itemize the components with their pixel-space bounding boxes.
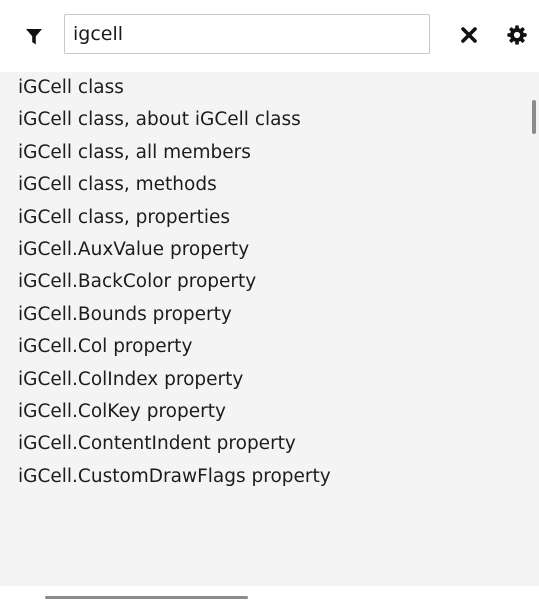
list-item[interactable]: iGCell.ColKey property <box>0 396 520 428</box>
index-results-list: iGCell class iGCell class, about iGCell … <box>0 72 520 493</box>
funnel-icon[interactable] <box>25 28 43 46</box>
list-item[interactable]: iGCell class <box>0 72 520 104</box>
list-item[interactable]: iGCell.CustomDrawFlags property <box>0 461 520 493</box>
search-toolbar <box>0 0 539 72</box>
search-field[interactable] <box>64 14 430 54</box>
index-results-panel: iGCell class iGCell class, about iGCell … <box>0 72 539 586</box>
search-input[interactable] <box>65 15 429 53</box>
list-item[interactable]: iGCell class, methods <box>0 169 520 201</box>
list-item[interactable]: iGCell.ColIndex property <box>0 364 520 396</box>
list-item[interactable]: iGCell class, all members <box>0 137 520 169</box>
vertical-scrollbar-thumb[interactable] <box>532 100 536 134</box>
horizontal-scrollbar-thumb[interactable] <box>45 596 248 599</box>
gear-icon[interactable] <box>506 24 528 46</box>
close-icon[interactable] <box>461 27 477 43</box>
list-item[interactable]: iGCell class, about iGCell class <box>0 104 520 136</box>
list-item[interactable]: iGCell class, properties <box>0 202 520 234</box>
list-item[interactable]: iGCell.BackColor property <box>0 266 520 298</box>
list-item[interactable]: iGCell.ContentIndent property <box>0 428 520 460</box>
list-item[interactable]: iGCell.Bounds property <box>0 299 520 331</box>
list-item[interactable]: iGCell.Col property <box>0 331 520 363</box>
list-item[interactable]: iGCell.AuxValue property <box>0 234 520 266</box>
